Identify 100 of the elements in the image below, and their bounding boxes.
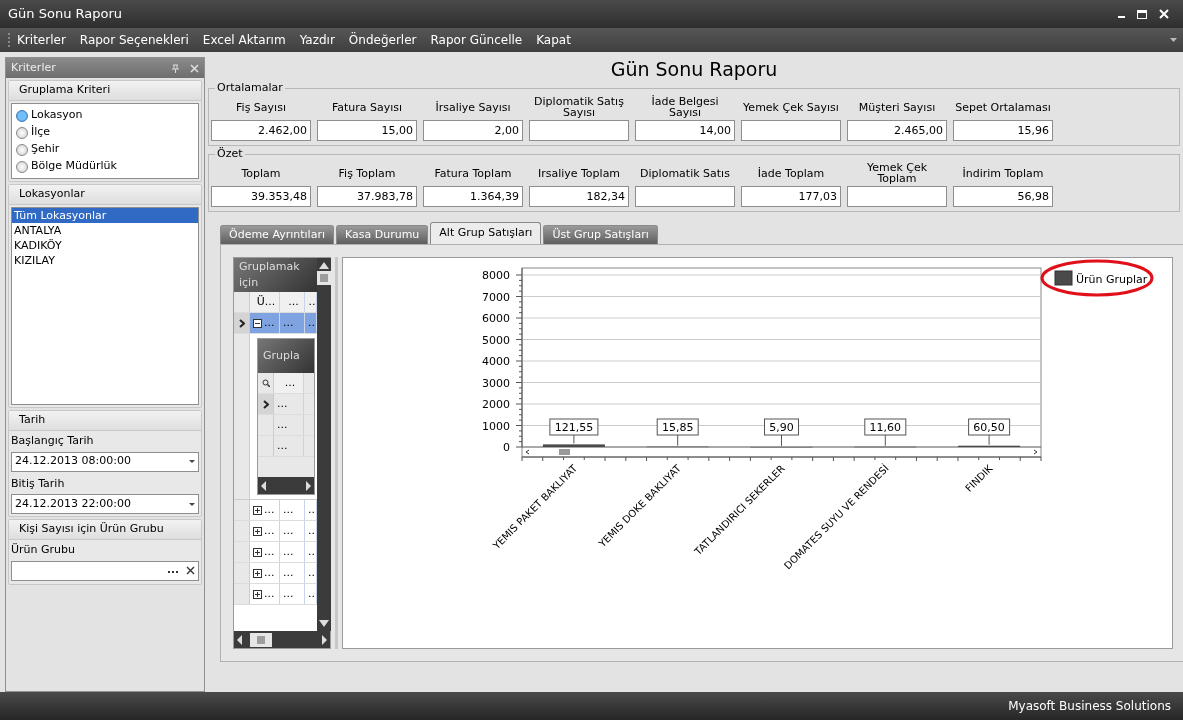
status-text: Myasoft Business Solutions [1008,698,1171,715]
value-field[interactable]: 15,96 [953,120,1053,141]
grid-row[interactable]: ... ... .. [234,542,317,563]
clear-icon[interactable] [186,566,195,575]
expand-icon[interactable] [253,526,262,536]
collapse-icon[interactable] [253,318,262,328]
axis-tick-label: 3000 [482,376,510,390]
menu-item[interactable]: Kriterler [10,31,73,49]
menu-item[interactable]: Excel Aktarım [195,31,293,49]
option-label: Lokasyon [31,107,83,124]
value-field[interactable]: 182,34 [529,186,629,207]
grid-cell-text: .. [308,585,315,602]
field-label: Fatura Toplam [433,165,513,182]
radio-button[interactable] [16,109,28,122]
scroll-thumb[interactable] [250,632,272,647]
grid-cell-text: ... [264,585,275,602]
value-field[interactable]: 2.462,00 [211,120,311,141]
grid-cell-text: ... [283,501,294,518]
field-label: Toplam [240,165,282,182]
column-header[interactable]: Ü... [250,292,280,312]
tab[interactable]: Kasa Durumu [336,225,429,244]
expand-icon[interactable] [253,505,262,515]
menu-item[interactable]: Kapat [529,31,578,49]
grid-row[interactable]: ... ... .. [234,584,317,605]
tab[interactable]: Alt Grup Satışları [430,222,542,244]
grid-cell-text: .. [308,564,315,581]
value-field[interactable]: 37.983,78 [317,186,417,207]
value-field[interactable]: 15,00 [317,120,417,141]
value-field[interactable]: 177,03 [741,186,841,207]
field-label: Diplomatik Satıs [639,165,731,182]
value-field[interactable]: 39.353,48 [211,186,311,207]
value-label: 60,50 [968,418,1011,436]
value-field[interactable]: 2.465,00 [847,120,947,141]
scroll-right-icon[interactable] [1033,449,1038,455]
value-field[interactable] [847,186,947,207]
menu-item[interactable]: Rapor Seçenekleri [72,31,196,49]
legend-label: Ürün Gruplar [1076,273,1148,286]
axis-tick-label: 0 [503,441,510,454]
option-label: İlçe [31,124,51,141]
column-header[interactable]: ... [280,292,305,312]
grid-cell: ... [274,394,304,414]
row-header[interactable] [234,313,250,333]
grid-cell-text: ... [264,501,275,518]
pin-icon[interactable] [171,63,180,73]
value-field[interactable]: 1.364,39 [423,186,523,207]
field-label: Yemek Çek Sayısı [742,99,840,116]
radio-button[interactable] [16,126,28,139]
radio-button[interactable] [16,143,28,156]
scroll-left-icon[interactable] [261,480,266,491]
scroll-left-icon[interactable] [237,634,242,645]
value-field[interactable] [529,120,629,141]
expand-icon[interactable] [253,568,262,578]
column-header[interactable]: .. [305,292,317,312]
location-item[interactable]: KIZILAY [12,253,198,268]
grid-cell-text: ... [283,585,294,602]
value-field[interactable] [635,186,735,207]
expand-icon[interactable] [253,547,262,557]
expand-icon[interactable] [253,589,262,599]
location-item[interactable]: KADIKÖY [12,238,198,253]
grid-row[interactable]: ... ... .. [234,313,317,334]
scroll-thumb[interactable] [559,449,570,455]
location-item[interactable]: ANTALYA [12,223,198,238]
grid-row[interactable]: ... ... .. [234,521,317,542]
menu-item[interactable]: Rapor Güncelle [423,31,530,49]
tab[interactable]: Ödeme Ayrıntıları [220,225,334,244]
scroll-left-icon[interactable] [525,449,530,455]
field-label: Ürün Grubu [10,542,76,558]
row-header[interactable] [258,394,274,414]
product-group-field[interactable] [11,560,199,581]
field-label: İade Toplam [756,165,826,182]
date-field[interactable]: 24.12.2013 22:00:00 [11,494,199,514]
report-title: Gün Sonu Raporu [609,57,779,82]
value-field[interactable]: 56,98 [953,186,1053,207]
group-panel: Gruplamak için [234,258,317,292]
field-label: Başlangıç Tarih [10,433,95,449]
grid-cell-text: ... [264,543,275,560]
value-field[interactable]: 14,00 [635,120,735,141]
grid-row[interactable]: ... ... .. [234,563,317,584]
tab[interactable]: Üst Grup Satışları [543,225,658,244]
column-header[interactable]: ... [274,373,304,393]
scroll-right-icon[interactable] [322,634,327,645]
menu-item[interactable]: Yazdır [292,31,342,49]
close-icon[interactable] [190,63,199,73]
overflow-icon[interactable] [1170,38,1177,42]
dropdown-icon [189,460,195,463]
value-field[interactable] [741,120,841,141]
field-label: İade Belgesi Sayısı [650,94,720,120]
scroll-thumb[interactable] [317,271,331,285]
menu-item[interactable]: Öndeğerler [341,31,424,49]
grid-row[interactable]: ... ... .. [234,500,317,521]
dropdown-icon [189,502,195,506]
value-field[interactable]: 2,00 [423,120,523,141]
minimize-icon [1118,16,1125,18]
date-field[interactable]: 24.12.2013 08:00:00 [11,451,199,472]
location-item[interactable]: Tüm Lokasyonlar [12,208,198,223]
scroll-right-icon[interactable] [306,480,311,491]
search-icon [261,379,270,387]
scroll-up-icon[interactable] [319,262,329,269]
radio-button[interactable] [16,160,28,173]
scroll-down-icon[interactable] [319,620,329,627]
